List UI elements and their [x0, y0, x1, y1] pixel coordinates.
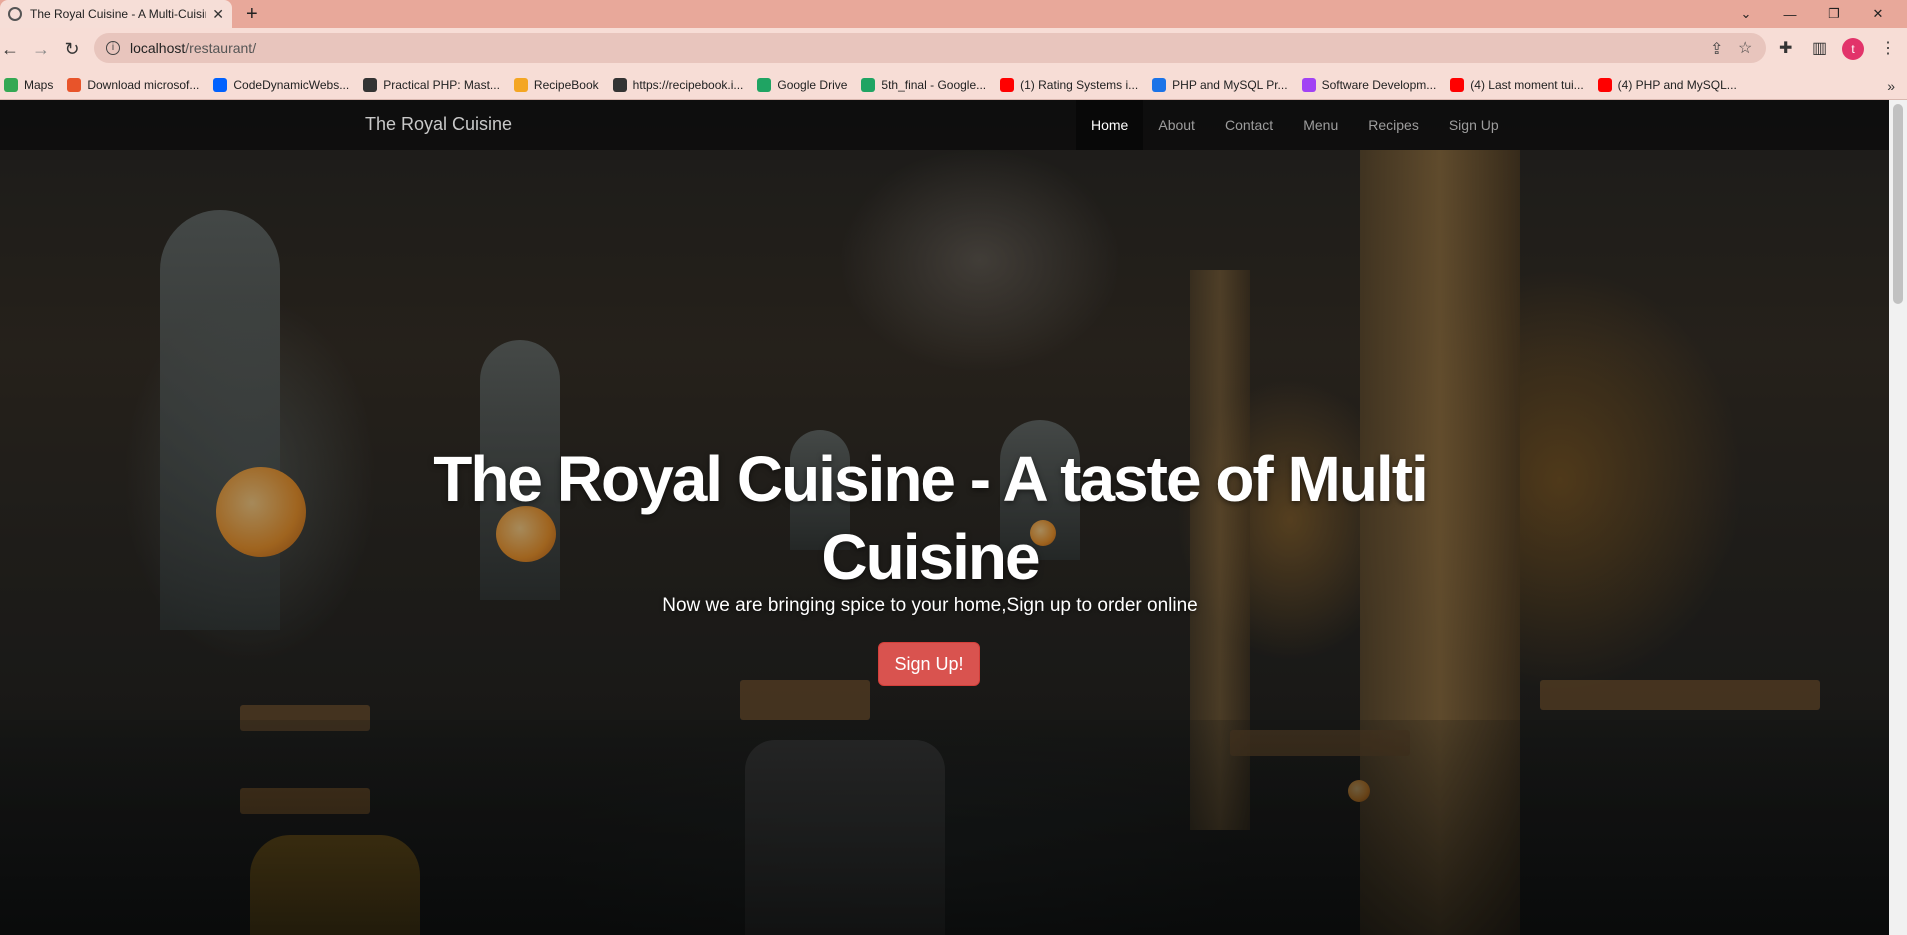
profile-avatar[interactable]: t [1842, 38, 1864, 60]
globe-icon [8, 7, 22, 21]
bookmark-item[interactable]: https://recipebook.i... [612, 77, 744, 92]
share-icon[interactable]: ⇪ [1710, 39, 1723, 59]
nav-link-home[interactable]: Home [1076, 100, 1144, 150]
side-panel-icon[interactable]: ▥ [1812, 38, 1827, 58]
youtube-icon [1450, 77, 1465, 92]
site-info-icon[interactable]: i [106, 41, 120, 55]
url-host: localhost [130, 40, 186, 56]
bookmark-item[interactable]: (4) Last moment tui... [1450, 77, 1584, 92]
url-text: localhost/restaurant/ [130, 40, 256, 56]
page-scrollbar[interactable] [1889, 100, 1907, 935]
browser-toolbar: ← → ↻ i localhost/restaurant/ ⇪ ☆ ✚ ▥ ⋮ [0, 28, 1907, 70]
nav-link-contact[interactable]: Contact [1210, 100, 1288, 150]
close-tab-icon[interactable]: ✕ [212, 6, 224, 23]
globe-icon [363, 77, 378, 92]
bookmark-item[interactable]: Software Developm... [1301, 77, 1437, 92]
hero-title: The Royal Cuisine - A taste of Multi Cui… [433, 443, 1429, 593]
new-tab-button[interactable]: + [246, 2, 258, 26]
purple-circle-icon [1301, 77, 1316, 92]
bookmark-label: Google Drive [777, 77, 848, 92]
bookmark-label: (4) PHP and MySQL... [1617, 77, 1737, 92]
nav-link-menu[interactable]: Menu [1288, 100, 1353, 150]
bookmark-label: 5th_final - Google... [881, 77, 987, 92]
close-window-button[interactable]: ✕ [1856, 0, 1900, 28]
forward-arrow-icon: → [32, 38, 50, 59]
bookmark-item[interactable]: RecipeBook [513, 77, 599, 92]
f-icon [1152, 77, 1167, 92]
bookmark-item[interactable]: Practical PHP: Mast... [363, 77, 500, 92]
bookmark-item[interactable]: Maps [4, 77, 54, 92]
bookmark-label: Practical PHP: Mast... [383, 77, 500, 92]
back-arrow-icon: ← [1, 38, 19, 59]
page-viewport: The Royal Cuisine Home About Contact Menu Re… [0, 100, 1889, 935]
bookmark-label: Maps [24, 77, 54, 92]
bookmark-label: PHP and MySQL Pr... [1172, 77, 1288, 92]
bookmark-item[interactable]: 5th_final - Google... [861, 77, 987, 92]
nav-link-sign-up[interactable]: Sign Up [1434, 100, 1514, 150]
url-path: /restaurant/ [185, 40, 257, 56]
tab-search-icon[interactable]: ⌄ [1724, 0, 1768, 28]
hero-subtitle: Now we are bringing spice to your home,S… [662, 595, 1198, 616]
bookmark-label: CodeDynamicWebs... [233, 77, 350, 92]
forward-button[interactable]: → [29, 37, 53, 61]
more-bookmarks-icon[interactable]: » [1887, 78, 1895, 94]
dropbox-icon [213, 77, 228, 92]
browser-tab[interactable]: The Royal Cuisine - A Multi-Cuisine ✕ [0, 0, 232, 28]
minimize-button[interactable]: — [1768, 0, 1812, 28]
menu-icon[interactable]: ⋮ [1880, 38, 1896, 58]
bookmark-label: Software Developm... [1321, 77, 1437, 92]
bookmark-label: RecipeBook [533, 77, 599, 92]
bookmark-label: (4) Last moment tui... [1470, 77, 1584, 92]
bookmark-star-icon[interactable]: ☆ [1738, 38, 1752, 58]
signup-hero-button[interactable]: Sign Up! [878, 642, 980, 686]
maps-icon [4, 77, 18, 92]
bookmark-label: Download microsof... [87, 77, 200, 92]
tab-strip: The Royal Cuisine - A Multi-Cuisine ✕ + … [0, 0, 1907, 28]
bookmark-item[interactable]: (4) PHP and MySQL... [1597, 77, 1737, 92]
address-bar[interactable]: i localhost/restaurant/ ⇪ ☆ [94, 33, 1766, 63]
site-brand[interactable]: The Royal Cuisine [365, 114, 512, 135]
bookmarks-bar: Maps Download microsof... CodeDynamicWebs.… [0, 70, 1907, 100]
scrollbar-thumb[interactable] [1893, 104, 1903, 304]
bookmark-label: https://recipebook.i... [632, 77, 744, 92]
tab-title: The Royal Cuisine - A Multi-Cuisine [30, 7, 207, 21]
site-navbar: The Royal Cuisine Home About Contact Menu Re… [0, 100, 1889, 150]
youtube-icon [1000, 77, 1015, 92]
bookmark-item[interactable]: Google Drive [757, 77, 848, 92]
x-icon [67, 77, 82, 92]
nav-link-about[interactable]: About [1143, 100, 1210, 150]
bookmark-item[interactable]: CodeDynamicWebs... [213, 77, 350, 92]
bookmark-item[interactable]: (1) Rating Systems i... [1000, 77, 1139, 92]
globe-icon [612, 77, 627, 92]
bookmark-item[interactable]: PHP and MySQL Pr... [1152, 77, 1288, 92]
plus-icon: + [246, 3, 258, 25]
extensions-icon[interactable]: ✚ [1779, 38, 1792, 58]
reload-icon: ↻ [64, 38, 80, 59]
nav-link-recipes[interactable]: Recipes [1353, 100, 1434, 150]
drive-icon [757, 77, 772, 92]
site-nav-links: Home About Contact Menu Recipes Sign Up [1076, 100, 1514, 150]
youtube-icon [1597, 77, 1612, 92]
recipe-icon [513, 77, 528, 92]
bookmark-label: (1) Rating Systems i... [1020, 77, 1139, 92]
back-button[interactable]: ← [0, 37, 22, 61]
restore-button[interactable]: ❐ [1812, 0, 1856, 28]
reload-button[interactable]: ↻ [60, 37, 84, 61]
bookmark-item[interactable]: Download microsof... [67, 77, 200, 92]
drive-icon [861, 77, 876, 92]
